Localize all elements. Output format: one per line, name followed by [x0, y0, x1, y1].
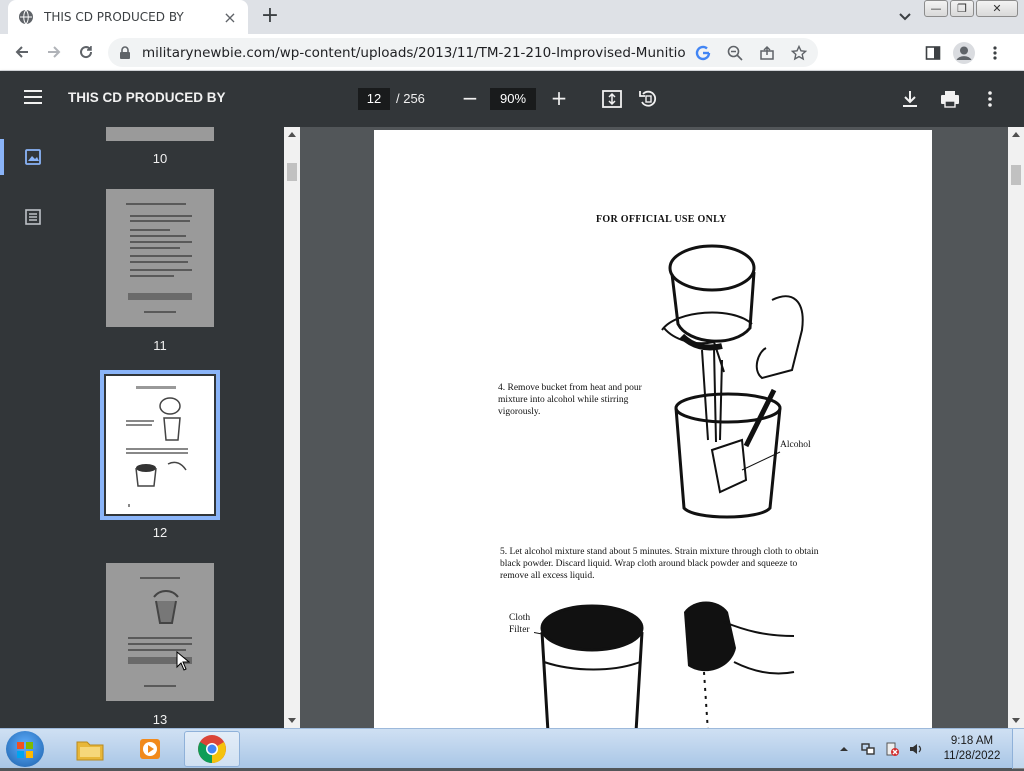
- share-icon[interactable]: [758, 44, 776, 62]
- tab-title: THIS CD PRODUCED BY: [44, 10, 184, 24]
- side-panel-icon[interactable]: [924, 44, 942, 62]
- page-thumbnail[interactable]: [106, 563, 214, 701]
- system-tray: 9:18 AM 11/28/2022: [836, 729, 1024, 769]
- rotate-icon[interactable]: [637, 88, 659, 110]
- more-options-icon[interactable]: [979, 88, 1001, 110]
- page-thumbnail-selected[interactable]: [106, 376, 214, 514]
- mouse-cursor-icon: [176, 651, 190, 671]
- arrow-left-icon: [15, 46, 28, 58]
- network-icon[interactable]: [860, 741, 876, 757]
- outline-icon[interactable]: [24, 208, 42, 226]
- page-thumbnail[interactable]: [106, 189, 214, 327]
- forward-button[interactable]: [38, 36, 70, 68]
- address-bar[interactable]: militarynewbie.com/wp-content/uploads/20…: [108, 38, 818, 67]
- zoom-in-button[interactable]: +: [549, 87, 569, 111]
- pdf-page: FOR OFFICIAL USE ONLY Alcohol 4. Remove …: [374, 130, 932, 728]
- globe-icon: [19, 9, 33, 25]
- download-icon[interactable]: [899, 88, 921, 110]
- instruction-step-4: 4. Remove bucket from heat and pour mixt…: [498, 383, 642, 417]
- page-total: / 256: [396, 91, 425, 106]
- page-thumbnail-label: 11: [153, 338, 167, 353]
- new-tab-button[interactable]: +: [258, 5, 282, 29]
- rail-active-indicator: [0, 139, 4, 175]
- taskbar-clock[interactable]: 9:18 AM 11/28/2022: [932, 734, 1012, 764]
- zoom-level-input[interactable]: 90%: [490, 88, 536, 110]
- browser-toolbar: militarynewbie.com/wp-content/uploads/20…: [0, 34, 1024, 71]
- windows-logo-icon: [17, 742, 33, 758]
- page-thumbnail[interactable]: [106, 127, 214, 141]
- instruction-step-5: 5. Let alcohol mixture stand about 5 min…: [500, 547, 819, 581]
- volume-icon[interactable]: [908, 741, 924, 757]
- tab-close-icon[interactable]: ×: [222, 8, 238, 27]
- url-text[interactable]: militarynewbie.com/wp-content/uploads/20…: [142, 45, 686, 61]
- lock-icon[interactable]: [118, 45, 132, 60]
- pdf-title: THIS CD PRODUCED BY: [68, 90, 226, 105]
- page-header: FOR OFFICIAL USE ONLY: [596, 214, 727, 225]
- sidebar-rail: [0, 127, 48, 728]
- page-number-input[interactable]: 12: [358, 88, 390, 110]
- zoom-out-icon[interactable]: [726, 44, 744, 62]
- reload-button[interactable]: [70, 36, 102, 68]
- page-thumbnail-label: 12: [152, 525, 168, 540]
- filter-illustration: [534, 601, 795, 728]
- thumbnails-icon[interactable]: [24, 148, 42, 166]
- back-button[interactable]: [6, 36, 38, 68]
- close-window-button[interactable]: ✕: [976, 0, 1018, 17]
- taskbar-explorer[interactable]: [62, 731, 118, 767]
- browser-tab[interactable]: THIS CD PRODUCED BY ×: [8, 0, 248, 34]
- thumbnail-list: 10 11 12 13: [48, 127, 284, 728]
- document-scrollbar[interactable]: [1008, 127, 1024, 728]
- clock-date: 11/28/2022: [943, 750, 1001, 762]
- reload-icon: [80, 46, 93, 59]
- thumbnail-sidebar: 10 11 12 13: [0, 127, 300, 728]
- action-center-icon[interactable]: [884, 741, 900, 757]
- menu-icon[interactable]: [24, 90, 42, 106]
- show-desktop-button[interactable]: [1012, 729, 1024, 769]
- pouring-illustration: [661, 244, 804, 519]
- window-controls: — ❐ ✕: [924, 0, 1018, 17]
- tab-strip: THIS CD PRODUCED BY × + — ❐ ✕: [0, 0, 1024, 34]
- restore-button[interactable]: ❐: [950, 0, 974, 17]
- arrow-right-icon: [48, 46, 61, 58]
- taskbar-chrome[interactable]: [184, 731, 240, 767]
- star-icon[interactable]: [790, 44, 808, 62]
- start-button[interactable]: [6, 731, 44, 767]
- google-lens-icon[interactable]: [694, 44, 712, 62]
- label-alcohol: Alcohol: [780, 440, 811, 450]
- chrome-icon: [198, 735, 226, 763]
- taskbar-media-player[interactable]: [122, 731, 178, 767]
- minimize-button[interactable]: —: [924, 0, 948, 17]
- print-icon[interactable]: [939, 88, 961, 110]
- sidebar-scroll-thumb[interactable]: [287, 163, 297, 181]
- clock-time: 9:18 AM: [950, 735, 994, 747]
- profile-avatar[interactable]: [952, 41, 976, 65]
- document-viewport[interactable]: FOR OFFICIAL USE ONLY Alcohol 4. Remove …: [300, 127, 1008, 728]
- page-thumbnail-label: 13: [152, 712, 168, 727]
- document-scroll-thumb[interactable]: [1011, 165, 1021, 185]
- pdf-toolbar: THIS CD PRODUCED BY 12 / 256 − 90% +: [0, 71, 1024, 127]
- taskbar: 9:18 AM 11/28/2022: [0, 728, 1024, 769]
- kebab-menu-icon[interactable]: [986, 44, 1004, 62]
- chevron-up-icon[interactable]: [836, 741, 852, 757]
- sidebar-scrollbar[interactable]: [284, 127, 300, 728]
- page-thumbnail-label: 10: [152, 151, 168, 166]
- media-player-icon: [140, 739, 160, 759]
- chevron-down-icon[interactable]: [896, 9, 914, 25]
- folder-icon: [76, 741, 104, 761]
- zoom-out-button[interactable]: −: [460, 87, 480, 111]
- fit-page-icon[interactable]: [601, 88, 623, 110]
